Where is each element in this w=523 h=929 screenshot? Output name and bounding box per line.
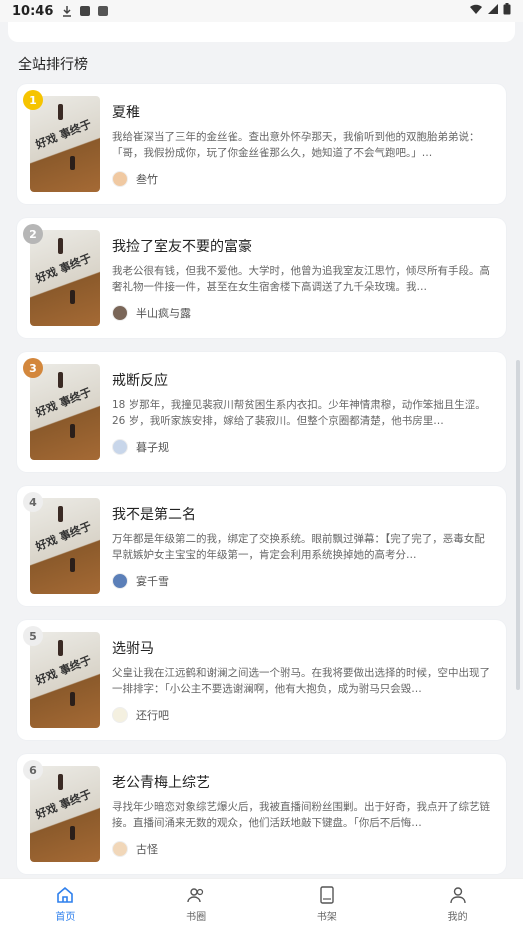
cover-figure	[58, 372, 63, 388]
cover-figure	[70, 290, 75, 304]
tab-mine[interactable]: 我的	[423, 885, 493, 923]
author-row[interactable]: 叁竹	[112, 171, 158, 187]
cover-figure	[58, 104, 63, 120]
author-row[interactable]: 半山疯与露	[112, 305, 191, 321]
cover-text: 好戏 事终于	[33, 653, 94, 688]
author-name: 半山疯与露	[136, 307, 191, 320]
cover-figure	[58, 640, 63, 656]
avatar	[112, 305, 128, 321]
book-card[interactable]: 好戏 事终于 6 老公青梅上综艺 寻找年少暗恋对象综艺爆火后，我被直播间粉丝围剿…	[17, 754, 506, 874]
rank-badge: 1	[23, 90, 43, 110]
tab-label: 我的	[447, 912, 468, 923]
signal-icon	[487, 3, 499, 19]
status-time: 10:46	[12, 3, 54, 19]
tab-circle[interactable]: 书圈	[161, 885, 231, 923]
book-card[interactable]: 好戏 事终于 2 我捡了室友不要的富豪 我老公很有钱，但我不爱他。大学时，他曾为…	[17, 218, 506, 338]
download-icon	[61, 5, 73, 17]
tab-label: 书架	[316, 912, 337, 923]
book-cover[interactable]: 好戏 事终于	[30, 498, 100, 594]
users-icon	[186, 885, 206, 905]
author-name: 还行吧	[136, 709, 169, 722]
cover-text: 好戏 事终于	[33, 385, 94, 420]
author-name: 暮子规	[136, 441, 169, 454]
author-row[interactable]: 暮子规	[112, 439, 169, 455]
book-description: 我给崔深当了三年的金丝雀。查出意外怀孕那天，我偷听到他的双胞胎弟弟说：「哥，我假…	[112, 131, 480, 159]
cover-figure	[70, 156, 75, 170]
cover-figure	[70, 692, 75, 706]
cover-figure	[70, 424, 75, 438]
book-description: 我老公很有钱，但我不爱他。大学时，他曾为追我室友江思竹，倾尽所有手段。高奢礼物一…	[112, 265, 490, 293]
battery-icon	[503, 3, 511, 19]
cover-figure	[70, 826, 75, 840]
user-icon	[448, 885, 468, 905]
header-strip	[8, 22, 515, 42]
book-title[interactable]: 夏稚	[112, 102, 140, 122]
cover-figure	[58, 238, 63, 254]
book-title[interactable]: 选驸马	[112, 638, 154, 658]
tab-bookshelf[interactable]: 书架	[292, 885, 362, 923]
book-card[interactable]: 好戏 事终于 5 选驸马 父皇让我在江远鹤和谢澜之间选一个驸马。在我将要做出选择…	[17, 620, 506, 740]
book-title[interactable]: 我不是第二名	[112, 504, 196, 524]
page-title: 全站排行榜	[18, 57, 88, 73]
book-cover[interactable]: 好戏 事终于	[30, 96, 100, 192]
rank-badge: 6	[23, 760, 43, 780]
author-row[interactable]: 还行吧	[112, 707, 169, 723]
author-row[interactable]: 宴千雪	[112, 573, 169, 589]
author-name: 古怪	[136, 843, 158, 856]
book-card[interactable]: 好戏 事终于 4 我不是第二名 万年都是年级第二的我，绑定了交换系统。眼前飘过弹…	[17, 486, 506, 606]
cover-figure	[70, 558, 75, 572]
book-icon	[317, 885, 337, 905]
cover-text: 好戏 事终于	[33, 251, 94, 286]
avatar	[112, 439, 128, 455]
book-description: 万年都是年级第二的我，绑定了交换系统。眼前飘过弹幕：【完了完了，恶毒女配早就嫉妒…	[112, 533, 485, 561]
book-card[interactable]: 好戏 事终于 3 戒断反应 18 岁那年，我撞见裴寂川帮贫困生系内衣扣。少年神情…	[17, 352, 506, 472]
status-bar: 10:46	[0, 0, 523, 22]
book-card[interactable]: 好戏 事终于 1 夏稚 我给崔深当了三年的金丝雀。查出意外怀孕那天，我偷听到他的…	[17, 84, 506, 204]
rank-badge: 5	[23, 626, 43, 646]
tab-home[interactable]: 首页	[30, 885, 100, 923]
avatar	[112, 573, 128, 589]
app-square-icon	[97, 5, 109, 17]
tab-label: 首页	[55, 912, 76, 923]
cover-text: 好戏 事终于	[33, 519, 94, 554]
book-cover[interactable]: 好戏 事终于	[30, 766, 100, 862]
tab-label: 书圈	[186, 912, 207, 923]
bottom-tab-bar: 首页 书圈 书架 我的	[0, 878, 523, 929]
cover-figure	[58, 774, 63, 790]
home-icon	[55, 885, 75, 905]
book-description: 寻找年少暗恋对象综艺爆火后，我被直播间粉丝围剿。出于好奇，我点开了综艺链接。直播…	[112, 801, 490, 829]
author-name: 宴千雪	[136, 575, 169, 588]
book-cover[interactable]: 好戏 事终于	[30, 632, 100, 728]
rank-badge: 4	[23, 492, 43, 512]
avatar	[112, 707, 128, 723]
book-title[interactable]: 戒断反应	[112, 370, 168, 390]
book-cover[interactable]: 好戏 事终于	[30, 230, 100, 326]
cover-text: 好戏 事终于	[33, 787, 94, 822]
app-a-icon	[79, 5, 91, 17]
rank-badge: 2	[23, 224, 43, 244]
book-title[interactable]: 我捡了室友不要的富豪	[112, 236, 252, 256]
book-title[interactable]: 老公青梅上综艺	[112, 772, 210, 792]
author-name: 叁竹	[136, 173, 158, 186]
scrollbar[interactable]	[516, 360, 520, 690]
status-right	[469, 3, 511, 19]
rank-badge: 3	[23, 358, 43, 378]
book-description: 父皇让我在江远鹤和谢澜之间选一个驸马。在我将要做出选择的时候，空中出现了一排排字…	[112, 667, 490, 695]
avatar	[112, 841, 128, 857]
book-cover[interactable]: 好戏 事终于	[30, 364, 100, 460]
cover-text: 好戏 事终于	[33, 117, 94, 152]
book-description: 18 岁那年，我撞见裴寂川帮贫困生系内衣扣。少年神情肃穆，动作笨拙且生涩。26 …	[112, 399, 486, 427]
wifi-icon	[469, 3, 483, 19]
cover-figure	[58, 506, 63, 522]
author-row[interactable]: 古怪	[112, 841, 158, 857]
avatar	[112, 171, 128, 187]
